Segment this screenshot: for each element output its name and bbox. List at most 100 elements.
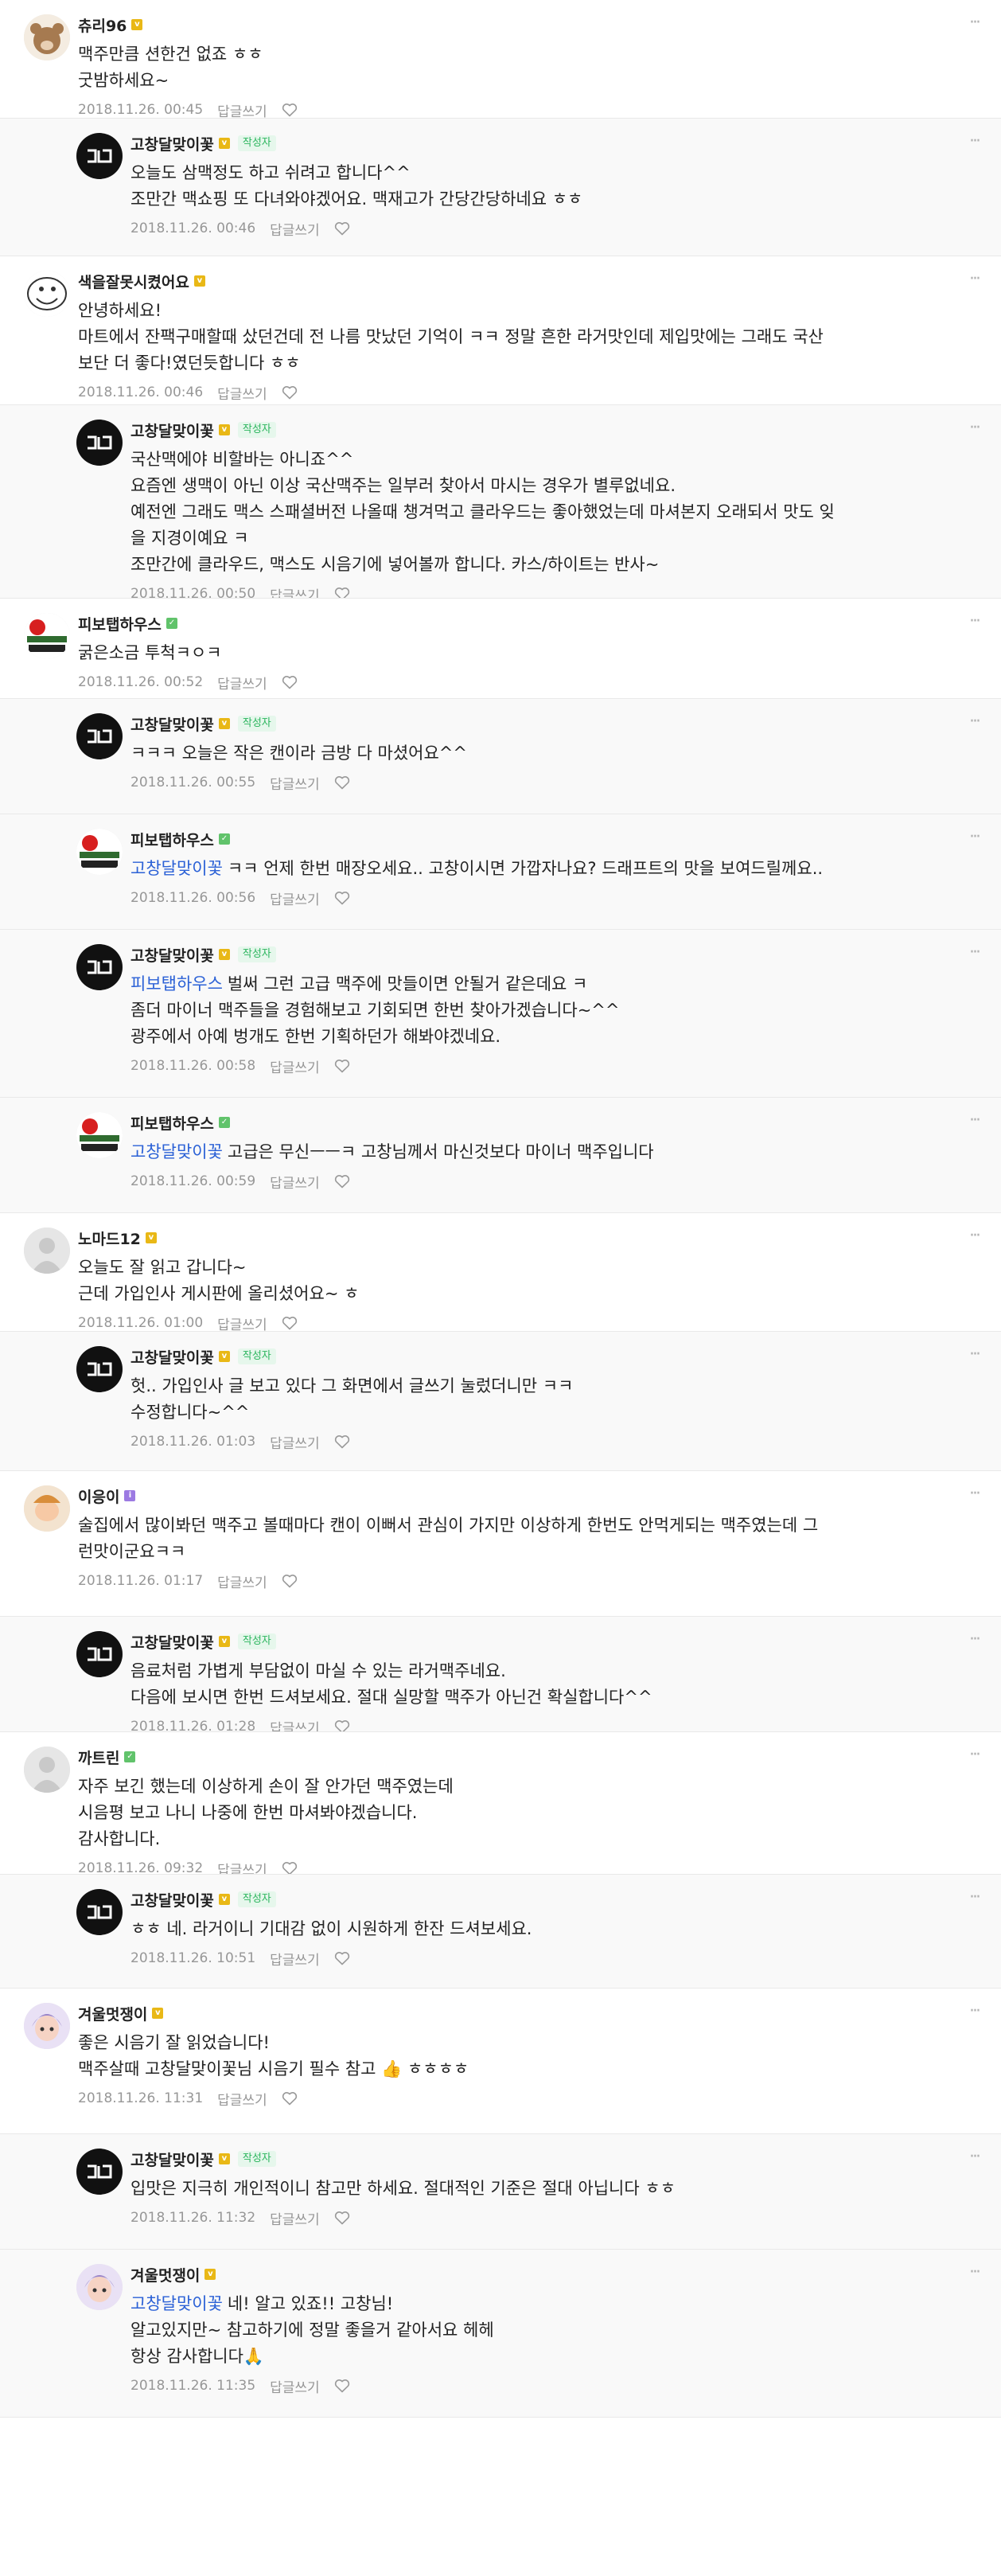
author-nickname[interactable]: 피보탭하우스 bbox=[130, 829, 214, 850]
like-heart-icon[interactable] bbox=[334, 1719, 350, 1731]
more-options-icon[interactable]: ··· bbox=[969, 2149, 981, 2166]
more-options-icon[interactable]: ··· bbox=[969, 1485, 981, 1503]
reply-button[interactable]: 답글쓰기 bbox=[217, 673, 267, 693]
like-heart-icon[interactable] bbox=[334, 2211, 350, 2225]
like-heart-icon[interactable] bbox=[334, 1434, 350, 1449]
reply-button[interactable]: 답글쓰기 bbox=[217, 100, 267, 119]
comment-body: 고창달맞이꽃 v 작성자 ㅎㅎ 네. 라거이니 기대감 없이 시원하게 한잔 드… bbox=[130, 1887, 953, 1969]
like-heart-icon[interactable] bbox=[334, 1059, 350, 1073]
more-options-icon[interactable]: ··· bbox=[969, 1112, 981, 1130]
comment-item: 고창달맞이꽃 v 작성자 국산맥에야 비할바는 아니죠^^ 요즘엔 생맥이 아닌 … bbox=[0, 405, 1001, 598]
mention-link[interactable]: 고창달맞이꽃 bbox=[130, 2294, 223, 2313]
author-nickname[interactable]: 고창달맞이꽃 bbox=[130, 944, 214, 966]
brand-logo-avatar[interactable] bbox=[76, 1346, 123, 1392]
author-nickname[interactable]: 이응이 bbox=[78, 1485, 119, 1507]
bear-avatar[interactable] bbox=[24, 14, 70, 60]
more-options-icon[interactable]: ··· bbox=[969, 271, 981, 288]
like-heart-icon[interactable] bbox=[282, 675, 298, 689]
brand-logo-avatar[interactable] bbox=[76, 1889, 123, 1935]
more-options-icon[interactable]: ··· bbox=[969, 1889, 981, 1907]
author-nickname[interactable]: 고창달맞이꽃 bbox=[130, 1631, 214, 1653]
more-options-icon[interactable]: ··· bbox=[969, 2264, 981, 2281]
more-options-icon[interactable]: ··· bbox=[969, 713, 981, 731]
more-options-icon[interactable]: ··· bbox=[969, 1631, 981, 1649]
brand-logo-avatar[interactable] bbox=[76, 944, 123, 990]
more-options-icon[interactable]: ··· bbox=[969, 613, 981, 630]
more-options-icon[interactable]: ··· bbox=[969, 133, 981, 150]
like-heart-icon[interactable] bbox=[334, 2379, 350, 2393]
mention-link[interactable]: 고창달맞이꽃 bbox=[130, 859, 223, 878]
reply-button[interactable]: 답글쓰기 bbox=[270, 2376, 320, 2396]
pivotap-logo-avatar[interactable] bbox=[76, 829, 123, 875]
more-options-icon[interactable]: ··· bbox=[969, 420, 981, 437]
comment-text-line: 알고있지만~ 참고하기에 정말 좋을거 같아서요 헤헤 bbox=[130, 2317, 953, 2344]
comment-text-line: 다음에 보시면 한번 드셔보세요. 절대 실망할 맥주가 아닌건 확실합니다^^ bbox=[130, 1684, 953, 1711]
default-avatar[interactable] bbox=[24, 1747, 70, 1793]
author-nickname[interactable]: 노마드12 bbox=[78, 1228, 141, 1249]
author-nickname[interactable]: 고창달맞이꽃 bbox=[130, 420, 214, 441]
reply-button[interactable]: 답글쓰기 bbox=[270, 1056, 320, 1076]
pivotap-logo-avatar[interactable] bbox=[76, 1112, 123, 1158]
reply-button[interactable]: 답글쓰기 bbox=[270, 1949, 320, 1969]
reply-button[interactable]: 답글쓰기 bbox=[270, 2208, 320, 2228]
troll-face-avatar[interactable] bbox=[24, 271, 70, 317]
like-heart-icon[interactable] bbox=[334, 775, 350, 790]
more-options-icon[interactable]: ··· bbox=[969, 1346, 981, 1364]
more-options-icon[interactable]: ··· bbox=[969, 829, 981, 846]
like-heart-icon[interactable] bbox=[334, 221, 350, 236]
brand-logo-avatar[interactable] bbox=[76, 133, 123, 179]
brand-logo-avatar[interactable] bbox=[76, 1631, 123, 1677]
reply-button[interactable]: 답글쓰기 bbox=[217, 383, 267, 403]
mention-link[interactable]: 피보탭하우스 bbox=[130, 974, 223, 993]
default-avatar[interactable] bbox=[24, 1228, 70, 1274]
author-nickname[interactable]: 고창달맞이꽃 bbox=[130, 1346, 214, 1368]
comment-text-line: 맥주살때 고창달맞이꽃님 시음기 필수 참고 👍 ㅎㅎㅎㅎ bbox=[78, 2056, 953, 2082]
more-options-icon[interactable]: ··· bbox=[969, 14, 981, 32]
reply-button[interactable]: 답글쓰기 bbox=[270, 1172, 320, 1192]
like-heart-icon[interactable] bbox=[282, 1574, 298, 1588]
more-options-icon[interactable]: ··· bbox=[969, 944, 981, 962]
author-nickname[interactable]: 츄리96 bbox=[78, 14, 127, 36]
more-options-icon[interactable]: ··· bbox=[969, 1228, 981, 1245]
author-nickname[interactable]: 고창달맞이꽃 bbox=[130, 1889, 214, 1911]
author-nickname[interactable]: 색을잘못시켰어요 bbox=[78, 271, 189, 292]
reply-button[interactable]: 답글쓰기 bbox=[217, 1313, 267, 1332]
like-heart-icon[interactable] bbox=[282, 103, 298, 117]
reply-button[interactable]: 답글쓰기 bbox=[270, 1717, 320, 1732]
reply-button[interactable]: 답글쓰기 bbox=[217, 1571, 267, 1591]
like-heart-icon[interactable] bbox=[334, 1174, 350, 1188]
brand-logo-avatar[interactable] bbox=[76, 2149, 123, 2195]
cartoon-avatar[interactable] bbox=[24, 1485, 70, 1532]
like-heart-icon[interactable] bbox=[282, 2091, 298, 2106]
author-nickname[interactable]: 겨울멋쟁이 bbox=[78, 2003, 147, 2024]
anime-avatar[interactable] bbox=[76, 2264, 123, 2310]
like-heart-icon[interactable] bbox=[334, 587, 350, 598]
author-nickname[interactable]: 겨울멋쟁이 bbox=[130, 2264, 200, 2285]
brand-logo-avatar[interactable] bbox=[76, 713, 123, 759]
author-nickname[interactable]: 피보탭하우스 bbox=[78, 613, 162, 634]
more-options-icon[interactable]: ··· bbox=[969, 1747, 981, 1764]
mention-link[interactable]: 고창달맞이꽃 bbox=[130, 1142, 223, 1161]
author-nickname[interactable]: 고창달맞이꽃 bbox=[130, 2149, 214, 2170]
reply-button[interactable]: 답글쓰기 bbox=[270, 219, 320, 239]
comment-body: 피보탭하우스 ✓ 고창달맞이꽃 ㅋㅋ 언제 한번 매장오세요.. 고창이시면 가깝… bbox=[130, 827, 953, 908]
author-nickname[interactable]: 피보탭하우스 bbox=[130, 1112, 214, 1134]
author-nickname[interactable]: 고창달맞이꽃 bbox=[130, 133, 214, 154]
reply-button[interactable]: 답글쓰기 bbox=[270, 773, 320, 793]
reply-button[interactable]: 답글쓰기 bbox=[217, 1859, 267, 1875]
author-nickname[interactable]: 까트린 bbox=[78, 1747, 119, 1768]
like-heart-icon[interactable] bbox=[282, 1861, 298, 1874]
like-heart-icon[interactable] bbox=[334, 891, 350, 905]
reply-button[interactable]: 답글쓰기 bbox=[270, 1432, 320, 1452]
like-heart-icon[interactable] bbox=[334, 1951, 350, 1965]
reply-button[interactable]: 답글쓰기 bbox=[217, 2089, 267, 2109]
anime-avatar[interactable] bbox=[24, 2003, 70, 2049]
like-heart-icon[interactable] bbox=[282, 1316, 298, 1330]
reply-button[interactable]: 답글쓰기 bbox=[270, 584, 320, 599]
reply-button[interactable]: 답글쓰기 bbox=[270, 888, 320, 908]
pivotap-logo-avatar[interactable] bbox=[24, 613, 70, 659]
author-nickname[interactable]: 고창달맞이꽃 bbox=[130, 713, 214, 735]
like-heart-icon[interactable] bbox=[282, 385, 298, 400]
brand-logo-avatar[interactable] bbox=[76, 420, 123, 466]
more-options-icon[interactable]: ··· bbox=[969, 2003, 981, 2020]
